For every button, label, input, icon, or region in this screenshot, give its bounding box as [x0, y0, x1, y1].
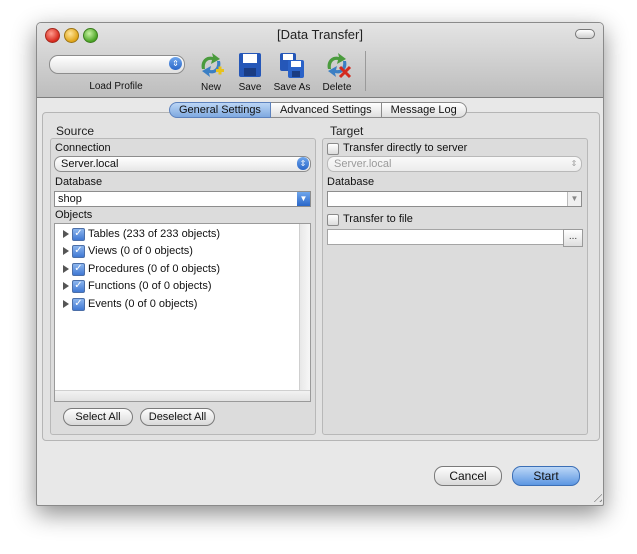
tab-general-settings[interactable]: General Settings	[169, 102, 271, 118]
deselect-all-button[interactable]: Deselect All	[140, 408, 215, 426]
target-title: Target	[330, 124, 364, 138]
transfer-file-label: Transfer to file	[343, 213, 413, 225]
object-label: Functions (0 of 0 objects)	[88, 280, 212, 292]
load-profile-label: Load Profile	[89, 81, 143, 92]
disclosure-triangle-icon[interactable]	[63, 230, 69, 238]
objects-label: Objects	[55, 209, 93, 221]
target-file-field[interactable]	[327, 229, 565, 245]
list-item[interactable]: ✓ Tables (233 of 233 objects)	[63, 226, 220, 242]
window-title: [Data Transfer]	[277, 27, 363, 42]
checkbox-checked-icon[interactable]: ✓	[72, 279, 85, 293]
checkbox-checked-icon[interactable]: ✓	[72, 227, 85, 241]
object-label: Views (0 of 0 objects)	[88, 245, 193, 257]
transfer-server-label: Transfer directly to server	[343, 142, 468, 154]
toolbar-separator	[365, 51, 366, 91]
disclosure-triangle-icon[interactable]	[63, 300, 69, 308]
toolbar-toggle-button[interactable]	[575, 29, 595, 39]
delete-profile-icon	[327, 53, 352, 79]
target-server-select[interactable]: Server.local ⇕	[327, 156, 582, 172]
disclosure-triangle-icon[interactable]	[63, 247, 69, 255]
object-label: Events (0 of 0 objects)	[88, 298, 198, 310]
floppy-disk-icon	[239, 53, 261, 77]
transfer-server-checkbox[interactable]	[327, 143, 339, 155]
source-database-combo[interactable]: shop ▼	[54, 191, 311, 207]
source-database-value: shop	[58, 193, 82, 205]
objects-list[interactable]: ✓ Tables (233 of 233 objects) ✓ Views (0…	[54, 223, 311, 402]
transfer-file-checkbox[interactable]	[327, 214, 339, 226]
tab-message-log[interactable]: Message Log	[381, 102, 467, 118]
new-button[interactable]: New	[191, 47, 231, 95]
list-item[interactable]: ✓ Functions (0 of 0 objects)	[63, 278, 212, 294]
disclosure-triangle-icon[interactable]	[63, 282, 69, 290]
source-title: Source	[56, 124, 95, 138]
target-database-label: Database	[327, 176, 375, 188]
settings-tabs: General Settings Advanced Settings Messa…	[169, 102, 467, 118]
horizontal-scrollbar[interactable]	[55, 390, 310, 401]
browse-file-button[interactable]: ...	[563, 229, 583, 247]
connection-select[interactable]: Server.local ⇕	[54, 156, 311, 172]
start-button[interactable]: Start	[512, 466, 580, 486]
connection-label: Connection	[55, 142, 111, 154]
select-all-button[interactable]: Select All	[63, 408, 133, 426]
chevron-updown-icon: ⇕	[169, 57, 182, 70]
delete-button[interactable]: Delete	[317, 47, 357, 95]
source-database-label: Database	[55, 176, 103, 188]
list-item[interactable]: ✓ Views (0 of 0 objects)	[63, 243, 193, 259]
list-item[interactable]: ✓ Procedures (0 of 0 objects)	[63, 261, 220, 277]
chevron-updown-icon: ⇕	[570, 159, 578, 168]
save-button[interactable]: Save	[230, 47, 270, 95]
chevron-down-icon[interactable]: ▼	[567, 192, 581, 206]
checkbox-checked-icon[interactable]: ✓	[72, 262, 85, 276]
checkbox-checked-icon[interactable]: ✓	[72, 244, 85, 258]
target-server-value: Server.local	[334, 158, 392, 170]
cancel-button[interactable]: Cancel	[434, 466, 502, 486]
disclosure-triangle-icon[interactable]	[63, 265, 69, 273]
new-profile-icon	[201, 53, 224, 77]
new-button-label: New	[200, 82, 221, 93]
vertical-scrollbar[interactable]	[299, 224, 310, 390]
toolbar: [Data Transfer] ⇕ Load Profile New Save	[37, 23, 603, 98]
target-database-combo[interactable]: ▼	[327, 191, 582, 207]
chevron-updown-icon: ⇕	[297, 157, 309, 170]
checkbox-checked-icon[interactable]: ✓	[72, 297, 85, 311]
connection-value: Server.local	[61, 158, 119, 170]
object-label: Procedures (0 of 0 objects)	[88, 263, 221, 275]
object-label: Tables (233 of 233 objects)	[88, 228, 221, 240]
save-as-button-label: Save As	[273, 82, 311, 93]
floppy-disks-icon	[280, 53, 304, 78]
save-as-button[interactable]: Save As	[272, 47, 312, 95]
save-button-label: Save	[238, 82, 262, 93]
tab-advanced-settings[interactable]: Advanced Settings	[270, 102, 382, 118]
delete-button-label: Delete	[322, 82, 352, 93]
list-item[interactable]: ✓ Events (0 of 0 objects)	[63, 296, 197, 312]
load-profile-select[interactable]: ⇕	[49, 55, 185, 74]
chevron-down-icon[interactable]: ▼	[297, 192, 310, 206]
